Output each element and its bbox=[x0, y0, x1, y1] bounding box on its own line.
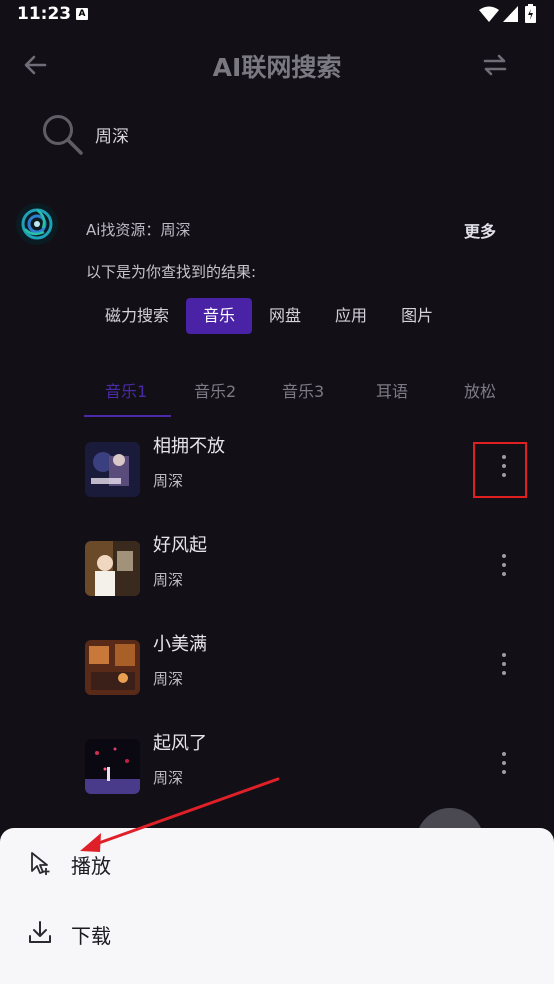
battery-icon bbox=[525, 4, 536, 23]
tab-music-3[interactable]: 音乐3 bbox=[282, 378, 324, 402]
ai-logo-icon bbox=[17, 204, 57, 244]
music-tabs: 音乐1 音乐2 音乐3 耳语 放松 bbox=[84, 368, 554, 418]
chip-apps[interactable]: 应用 bbox=[318, 298, 384, 334]
tab-music-2[interactable]: 音乐2 bbox=[194, 378, 236, 402]
song-title: 小美满 bbox=[153, 634, 207, 655]
category-chips: 磁力搜索 音乐 网盘 应用 图片 bbox=[88, 298, 450, 334]
ai-avatar bbox=[16, 203, 58, 245]
tab-whisper[interactable]: 耳语 bbox=[376, 378, 408, 402]
song-row[interactable]: 相拥不放 周深 bbox=[0, 418, 554, 517]
song-title: 起风了 bbox=[153, 733, 207, 754]
download-menu-item[interactable]: 下载 bbox=[0, 906, 554, 966]
tab-music-1[interactable]: 音乐1 bbox=[105, 378, 147, 402]
play-menu-item[interactable]: 播放 bbox=[0, 836, 554, 896]
notification-icon: A bbox=[76, 8, 88, 20]
more-options-icon[interactable] bbox=[496, 644, 512, 684]
ai-resource-label: Ai找资源： bbox=[86, 221, 161, 239]
song-row[interactable]: 起风了 周深 bbox=[0, 715, 554, 814]
chip-netdisk[interactable]: 网盘 bbox=[252, 298, 318, 334]
more-link[interactable]: 更多 bbox=[464, 218, 496, 242]
status-bar: 11:23 A bbox=[0, 0, 554, 30]
tab-indicator bbox=[84, 415, 171, 417]
song-artist: 周深 bbox=[153, 571, 184, 589]
more-options-icon[interactable] bbox=[496, 545, 512, 585]
song-row[interactable]: 小美满 周深 bbox=[0, 616, 554, 715]
highlight-box bbox=[473, 442, 527, 498]
chip-music[interactable]: 音乐 bbox=[186, 298, 253, 334]
song-row[interactable]: 好风起 周深 bbox=[0, 517, 554, 616]
chip-images[interactable]: 图片 bbox=[384, 298, 450, 334]
more-options-icon[interactable] bbox=[496, 743, 512, 783]
page-title: AI联网搜索 bbox=[212, 53, 342, 82]
download-label: 下载 bbox=[71, 924, 111, 948]
search-icon[interactable] bbox=[40, 112, 84, 156]
album-cover bbox=[85, 541, 140, 596]
ai-resource-line: Ai找资源：周深 bbox=[86, 219, 190, 240]
song-artist: 周深 bbox=[153, 472, 184, 490]
song-title: 相拥不放 bbox=[153, 436, 225, 457]
album-cover bbox=[85, 442, 140, 497]
swap-arrows-icon bbox=[483, 54, 507, 76]
song-title: 好风起 bbox=[153, 535, 207, 556]
download-icon bbox=[29, 921, 51, 943]
ai-resource-keyword: 周深 bbox=[160, 221, 191, 239]
bottom-sheet: 播放 下载 bbox=[0, 828, 554, 984]
song-artist: 周深 bbox=[153, 769, 184, 787]
result-hint: 以下是为你查找到的结果: bbox=[86, 263, 257, 281]
song-artist: 周深 bbox=[153, 670, 184, 688]
play-cursor-icon bbox=[31, 852, 50, 875]
signal-icon bbox=[503, 6, 518, 22]
album-cover bbox=[85, 640, 140, 695]
tab-relax[interactable]: 放松 bbox=[464, 378, 496, 402]
chip-magnet[interactable]: 磁力搜索 bbox=[88, 298, 186, 334]
status-time: 11:23 bbox=[17, 4, 72, 24]
switch-button[interactable] bbox=[478, 48, 512, 82]
play-label: 播放 bbox=[71, 854, 111, 878]
wifi-icon bbox=[479, 6, 499, 22]
album-cover bbox=[85, 739, 140, 794]
search-query[interactable]: 周深 bbox=[95, 122, 129, 147]
